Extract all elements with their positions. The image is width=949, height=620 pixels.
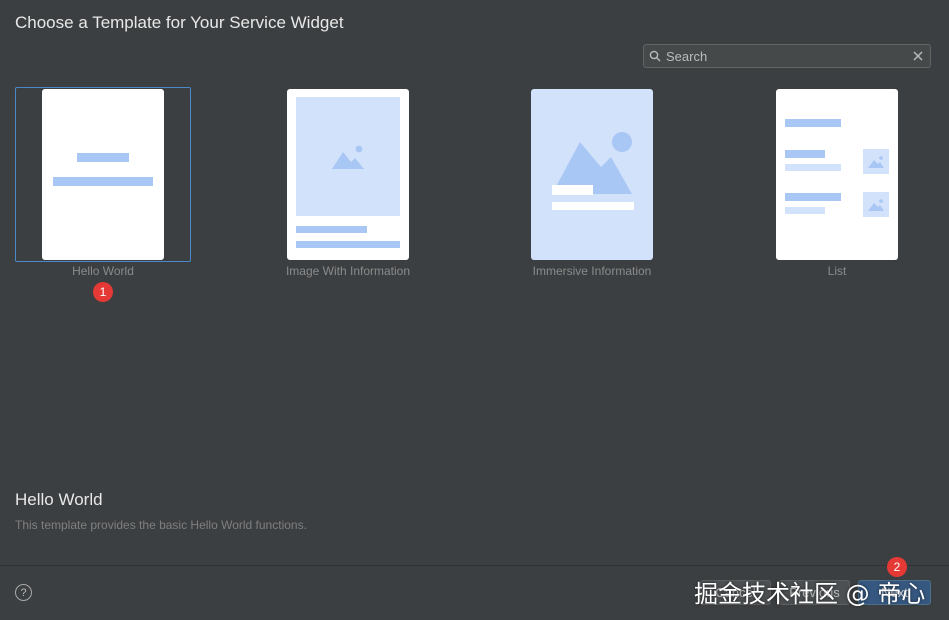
template-label: Image With Information <box>285 264 411 278</box>
search-input[interactable] <box>666 45 906 67</box>
step-badge-2: 2 <box>887 557 907 577</box>
template-card-image-with-information[interactable]: Image With Information <box>260 87 436 278</box>
template-thumbnail <box>287 89 409 260</box>
description-text: This template provides the basic Hello W… <box>15 518 307 532</box>
close-icon[interactable] <box>906 51 930 61</box>
template-card-immersive-information[interactable]: Immersive Information <box>504 87 680 278</box>
watermark: 掘金技术社区 @ 帝心 <box>694 580 926 608</box>
template-thumbnail <box>531 89 653 260</box>
template-card-hello-world[interactable]: Hello World <box>15 87 191 278</box>
template-thumbnail <box>776 89 898 260</box>
template-label: Immersive Information <box>532 264 652 278</box>
template-thumbnail <box>42 89 164 260</box>
description-title: Hello World <box>15 490 103 509</box>
search-box[interactable] <box>643 44 931 68</box>
step-badge-1: 1 <box>93 282 113 302</box>
template-card-list[interactable]: List <box>749 87 925 278</box>
image-placeholder-icon <box>332 145 364 169</box>
search-icon <box>644 50 666 62</box>
help-icon[interactable]: ? <box>15 584 32 601</box>
dialog-title: Choose a Template for Your Service Widge… <box>15 13 344 32</box>
template-label: List <box>827 264 847 278</box>
footer-divider <box>0 565 949 566</box>
template-label: Hello World <box>72 264 134 278</box>
